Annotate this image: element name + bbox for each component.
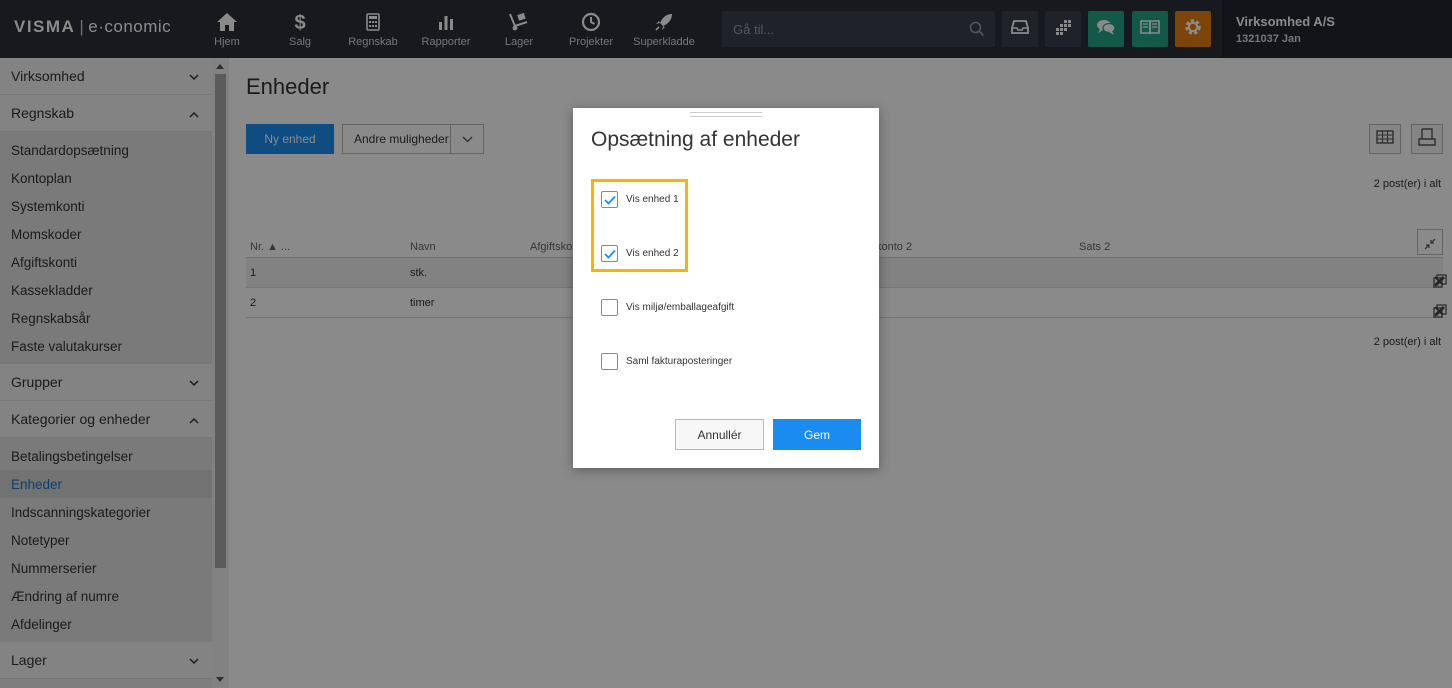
checkbox-vis-enhed-2[interactable] — [601, 245, 618, 262]
unit-settings-dialog: Opsætning af enheder Vis enhed 1 Vis enh… — [573, 108, 879, 468]
option-label: Saml fakturaposteringer — [626, 356, 733, 367]
cancel-button[interactable]: Annullér — [675, 419, 764, 450]
option-label: Vis miljø/emballageafgift — [626, 302, 735, 313]
option-vis-miljoe-emballageafgift[interactable]: Vis miljø/emballageafgift — [601, 299, 734, 316]
option-label: Vis enhed 2 — [626, 248, 679, 259]
option-label: Vis enhed 1 — [626, 194, 679, 205]
dialog-drag-handle[interactable] — [690, 112, 762, 117]
option-vis-enhed-1[interactable]: Vis enhed 1 — [601, 191, 679, 208]
checkbox-vis-miljoe-emballageafgift[interactable] — [601, 299, 618, 316]
save-button[interactable]: Gem — [773, 419, 861, 450]
option-vis-enhed-2[interactable]: Vis enhed 2 — [601, 245, 679, 262]
checkbox-saml-fakturaposteringer[interactable] — [601, 353, 618, 370]
dialog-title: Opsætning af enheder — [591, 128, 800, 151]
option-saml-fakturaposteringer[interactable]: Saml fakturaposteringer — [601, 353, 732, 370]
checkbox-vis-enhed-1[interactable] — [601, 191, 618, 208]
